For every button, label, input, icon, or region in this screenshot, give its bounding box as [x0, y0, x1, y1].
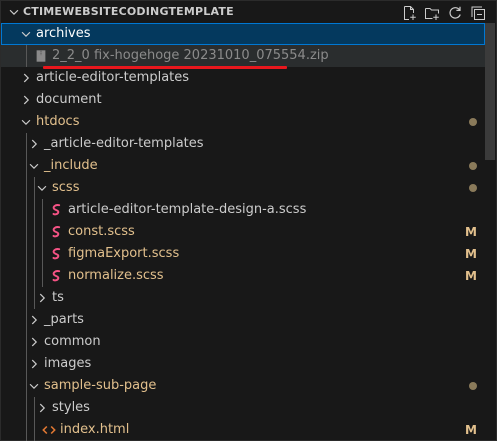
tree-item-label: scss [52, 180, 80, 195]
tree-item-folder[interactable]: styles [1, 397, 485, 419]
tree-item-folder[interactable]: article-editor-templates [1, 67, 485, 89]
tree-item-file[interactable]: article-editor-template-design-a.scss [1, 199, 485, 221]
tree-item-label: article-editor-templates [36, 70, 190, 85]
zip-file-icon [34, 49, 48, 63]
html-file-icon [42, 423, 56, 437]
tree-item-label: _include [44, 158, 98, 173]
tree-item-folder[interactable]: htdocs [1, 111, 485, 133]
tree-item-folder[interactable]: _article-editor-templates [1, 133, 485, 155]
git-modified-badge: M [465, 269, 477, 283]
chevron-down-icon[interactable] [19, 27, 33, 41]
tree-item-label: ts [52, 290, 64, 305]
tree-item-folder[interactable]: sample-sub-page [1, 375, 485, 397]
sass-file-icon [50, 203, 64, 217]
chevron-down-icon[interactable] [27, 379, 41, 393]
tree-item-folder[interactable]: _include [1, 155, 485, 177]
tree-item-folder[interactable]: archives [1, 23, 485, 45]
tree-item-label: styles [52, 400, 90, 415]
chevron-down-icon[interactable] [7, 5, 21, 19]
tree-item-folder[interactable]: scss [1, 177, 485, 199]
tree-item-label: common [44, 334, 101, 349]
chevron-down-icon[interactable] [19, 115, 33, 129]
git-changes-dot [469, 118, 477, 126]
chevron-right-icon[interactable] [19, 71, 33, 85]
chevron-right-icon[interactable] [19, 93, 33, 107]
tree-item-folder[interactable]: images [1, 353, 485, 375]
indent-guide [26, 133, 27, 441]
indent-guide [26, 45, 27, 67]
tree-item-label: 2_2_0 fix-hogehoge 20231010_075554.zip [52, 48, 329, 63]
file-tree: archives 2_2_0 fix-hogehoge 20231010_0755… [1, 23, 485, 441]
explorer-actions [400, 4, 486, 21]
tree-item-label: figmaExport.scss [68, 246, 180, 261]
indent-guide [42, 199, 43, 287]
collapse-all-icon[interactable] [469, 4, 486, 21]
new-folder-icon[interactable] [423, 4, 440, 21]
tree-item-label: index.html [60, 422, 130, 437]
chevron-right-icon[interactable] [35, 291, 49, 305]
tree-item-label: const.scss [68, 224, 135, 239]
explorer-panel: CTIMEWEBSITECODINGTEMPLATE archives 2_2_0… [0, 0, 497, 441]
sass-file-icon [50, 247, 64, 261]
tree-item-file[interactable]: const.scss M [1, 221, 485, 243]
indent-guide [34, 177, 35, 309]
chevron-right-icon[interactable] [27, 335, 41, 349]
tree-item-file[interactable]: index.html M [1, 419, 485, 441]
tree-item-label: _parts [44, 312, 84, 327]
tree-item-file[interactable]: 2_2_0 fix-hogehoge 20231010_075554.zip [1, 45, 485, 67]
tree-item-label: article-editor-template-design-a.scss [68, 202, 307, 217]
indent-guide [34, 397, 35, 441]
new-file-icon[interactable] [400, 4, 417, 21]
sass-file-icon [50, 269, 64, 283]
tree-item-folder[interactable]: common [1, 331, 485, 353]
refresh-icon[interactable] [446, 4, 463, 21]
sass-file-icon [50, 225, 64, 239]
explorer-header[interactable]: CTIMEWEBSITECODINGTEMPLATE [1, 1, 496, 23]
git-modified-badge: M [465, 247, 477, 261]
git-changes-dot [469, 382, 477, 390]
chevron-right-icon[interactable] [35, 401, 49, 415]
scrollbar-thumb[interactable] [485, 23, 495, 160]
chevron-right-icon[interactable] [27, 357, 41, 371]
chevron-down-icon[interactable] [35, 181, 49, 195]
tree-item-label: images [44, 356, 92, 371]
tree-item-file[interactable]: figmaExport.scss M [1, 243, 485, 265]
tree-item-folder[interactable]: ts [1, 287, 485, 309]
chevron-right-icon[interactable] [27, 313, 41, 327]
tree-item-label: _article-editor-templates [44, 136, 204, 151]
chevron-right-icon[interactable] [27, 137, 41, 151]
tree-item-label: htdocs [36, 114, 80, 129]
tree-item-label: normalize.scss [68, 268, 164, 283]
workspace-title: CTIMEWEBSITECODINGTEMPLATE [23, 5, 234, 18]
git-modified-badge: M [465, 423, 477, 437]
git-changes-dot [469, 162, 477, 170]
git-modified-badge: M [465, 225, 477, 239]
git-changes-dot [469, 184, 477, 192]
annotation-underline [43, 66, 287, 69]
tree-item-folder[interactable]: document [1, 89, 485, 111]
tree-item-folder[interactable]: _parts [1, 309, 485, 331]
tree-item-file[interactable]: normalize.scss M [1, 265, 485, 287]
tree-item-label: document [36, 92, 102, 107]
tree-item-label: archives [36, 26, 91, 41]
chevron-down-icon[interactable] [27, 159, 41, 173]
tree-item-label: sample-sub-page [44, 378, 157, 393]
